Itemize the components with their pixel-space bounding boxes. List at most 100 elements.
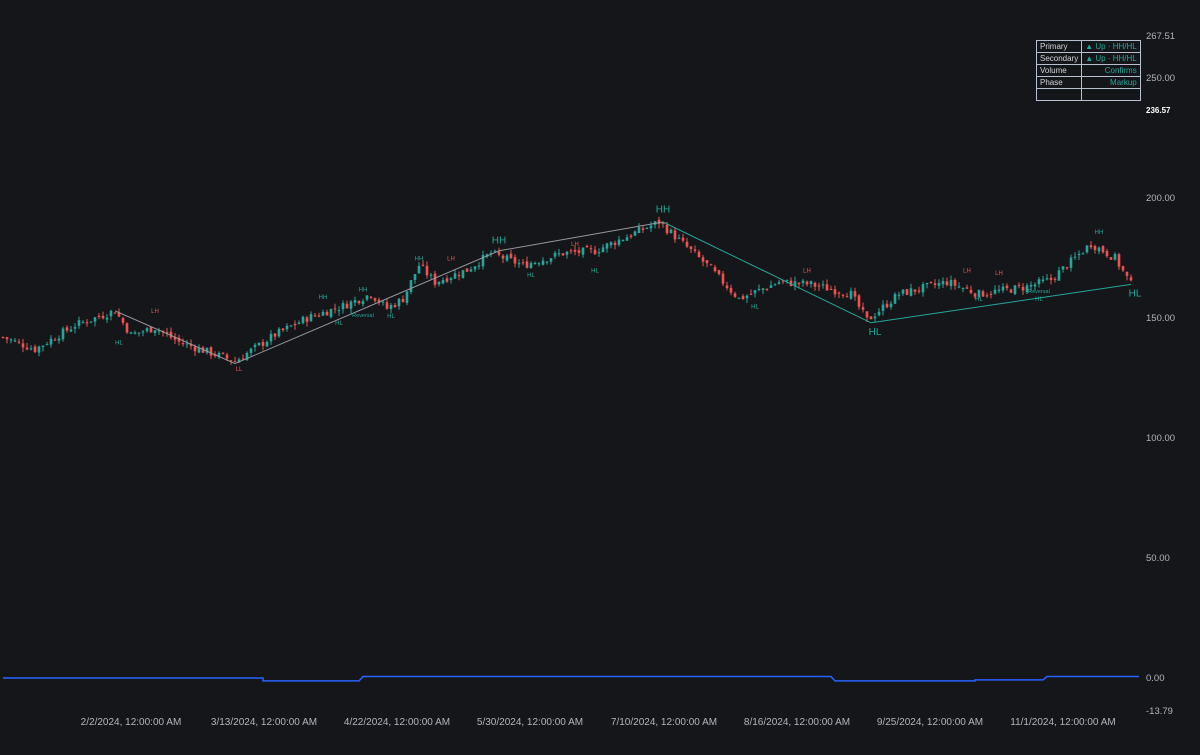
candle-body xyxy=(393,305,397,307)
swing-label: HL xyxy=(335,321,343,327)
candle-body xyxy=(973,293,977,297)
candle-body xyxy=(785,279,789,281)
candle-body xyxy=(1029,284,1033,287)
indicator-pane xyxy=(3,675,1139,682)
candle-body xyxy=(101,315,105,319)
candle-body xyxy=(989,293,993,295)
status-value: Confirms xyxy=(1081,64,1141,77)
candle-body xyxy=(649,225,653,229)
candle-body xyxy=(281,328,285,331)
candle-body xyxy=(185,343,189,345)
candle-body xyxy=(705,260,709,264)
candle-body xyxy=(445,278,449,282)
candle-body xyxy=(65,327,69,331)
candle-body xyxy=(9,339,13,341)
candle-body xyxy=(673,230,677,240)
swing-label: LH xyxy=(995,271,1003,277)
candle-body xyxy=(409,280,413,292)
candle-body xyxy=(813,282,817,287)
swing-labels: HL LH LL HH HL HH HL HH LH HH HL LH HL HH HL LH HL LH HL LH… xyxy=(115,204,1142,372)
candle-body xyxy=(1073,256,1077,258)
candle-body xyxy=(725,285,729,289)
swing-label: HH xyxy=(492,236,506,247)
candle-body xyxy=(601,247,605,253)
candle-body xyxy=(57,338,61,341)
candle-body xyxy=(253,344,257,348)
candle-body xyxy=(1097,247,1101,252)
swing-label: LH xyxy=(963,268,971,274)
time-tick-label: 4/22/2024, 12:00:00 AM xyxy=(344,717,450,728)
candle-body xyxy=(617,239,621,245)
candle-body xyxy=(757,288,761,290)
candle-body xyxy=(509,253,513,258)
candle-body xyxy=(693,249,697,251)
swing-label: HL xyxy=(527,273,535,279)
candle-body xyxy=(309,314,313,322)
swing-label: LH xyxy=(571,242,579,248)
candle-body xyxy=(1093,246,1097,251)
candle-body xyxy=(609,242,613,246)
candle-body xyxy=(733,293,737,297)
candle-body xyxy=(961,288,965,290)
candle-body xyxy=(873,316,877,319)
candle-body xyxy=(1105,250,1109,257)
candle-body xyxy=(1057,270,1061,281)
price-chart-svg[interactable]: HL LH LL HH HL HH HL HH LH HH HL LH HL HH HL LH HL LH HL LH… xyxy=(0,0,1200,750)
candle-body xyxy=(345,303,349,309)
candle-body xyxy=(429,274,433,276)
swing-label: HL xyxy=(387,314,395,320)
candle-body xyxy=(1085,245,1089,253)
candle-body xyxy=(865,311,869,318)
candle-body xyxy=(833,289,837,295)
candle-body xyxy=(941,281,945,285)
candle-body xyxy=(277,328,281,337)
candle-body xyxy=(881,304,885,311)
candle-body xyxy=(417,265,421,274)
candle-body xyxy=(61,328,65,340)
candle-body xyxy=(361,301,365,305)
candle-body xyxy=(153,330,157,334)
candle-body xyxy=(121,318,125,323)
candle-body xyxy=(349,301,353,309)
status-label xyxy=(1035,88,1083,101)
candle-body xyxy=(53,339,57,341)
candle-body xyxy=(505,255,509,261)
candle-body xyxy=(321,311,325,316)
candle-body xyxy=(849,290,853,299)
status-label: Primary xyxy=(1035,40,1083,53)
trend-status-table: Primary ▲ Up · HH/HL Secondary ▲ Up · HH… xyxy=(1035,40,1141,101)
status-label: Phase xyxy=(1035,76,1083,89)
candle-body xyxy=(629,235,633,237)
candle-body xyxy=(701,257,705,262)
candle-body xyxy=(461,270,465,278)
candle-body xyxy=(981,291,985,297)
candle-body xyxy=(221,352,225,354)
price-tick-label: 150.00 xyxy=(1146,313,1175,324)
candle-body xyxy=(753,290,757,294)
candle-body xyxy=(957,286,961,288)
candle-body xyxy=(1113,253,1117,260)
candle-body xyxy=(901,289,905,294)
stock-chart[interactable]: HL LH LL HH HL HH HL HH LH HH HL LH HL HH HL LH HL LH HL LH… xyxy=(0,0,1200,750)
swing-label: HL xyxy=(1035,297,1043,303)
candle-body xyxy=(1013,285,1017,295)
candle-body xyxy=(249,348,253,353)
swing-label: HL xyxy=(869,327,882,338)
price-tick-label: 236.57 xyxy=(1146,106,1171,115)
candle-body xyxy=(593,249,597,255)
candle-body xyxy=(721,273,725,284)
candle-body xyxy=(137,332,141,334)
candle-body xyxy=(353,300,357,303)
candle-body xyxy=(817,285,821,287)
candle-body xyxy=(1069,257,1073,268)
time-axis[interactable]: 2/2/2024, 12:00:00 AM 3/13/2024, 12:00:00… xyxy=(81,717,1116,728)
candle-body xyxy=(797,282,801,285)
candle-body xyxy=(193,346,197,352)
candle-body xyxy=(1125,271,1129,276)
price-axis[interactable]: 267.51 250.00 236.57 200.00 150.00 100.00 50.0… xyxy=(1146,31,1175,717)
candle-body xyxy=(549,258,553,262)
indicator-line xyxy=(3,675,1139,682)
candle-body xyxy=(685,241,689,247)
zigzag-segment xyxy=(498,221,664,252)
candle-body xyxy=(541,260,545,265)
